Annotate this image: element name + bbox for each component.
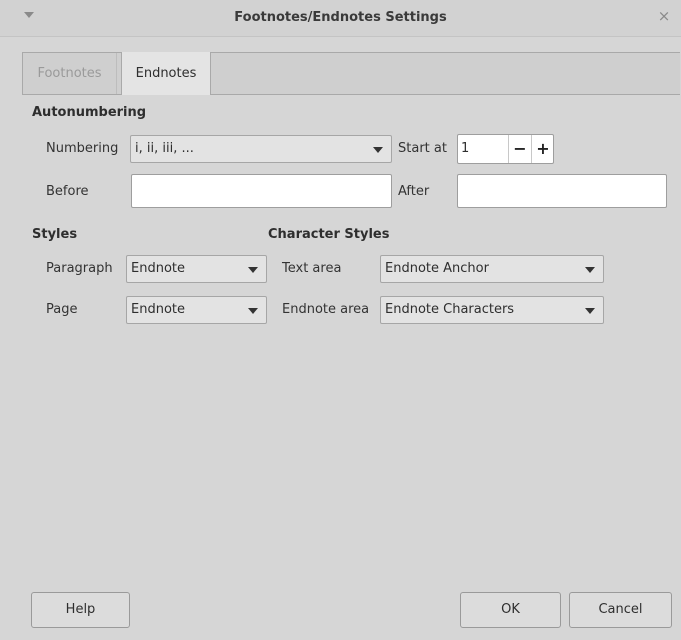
chevron-down-icon bbox=[585, 267, 595, 273]
tab-footnotes[interactable]: Footnotes bbox=[23, 53, 117, 94]
numbering-value: i, ii, iii, ... bbox=[135, 141, 194, 156]
numbering-select[interactable]: i, ii, iii, ... bbox=[130, 135, 392, 163]
chevron-down-icon bbox=[248, 267, 258, 273]
styles-heading: Styles bbox=[32, 227, 78, 242]
character-styles-heading: Character Styles bbox=[268, 227, 390, 242]
help-button[interactable]: Help bbox=[31, 592, 130, 628]
dialog-window: Footnotes/Endnotes Settings × Footnotes … bbox=[0, 0, 681, 640]
tab-endnotes[interactable]: Endnotes bbox=[121, 52, 211, 95]
autonumbering-heading: Autonumbering bbox=[32, 105, 147, 120]
page-label: Page bbox=[46, 302, 78, 317]
ok-button[interactable]: OK bbox=[460, 592, 561, 628]
chevron-down-icon bbox=[373, 147, 383, 153]
endnote-area-label: Endnote area bbox=[282, 302, 370, 317]
chevron-down-icon bbox=[248, 308, 258, 314]
paragraph-style-value: Endnote bbox=[131, 261, 185, 276]
endnote-area-style-value: Endnote Characters bbox=[385, 302, 515, 317]
increment-button[interactable]: + bbox=[531, 135, 554, 163]
page-style-value: Endnote bbox=[131, 302, 185, 317]
start-at-label: Start at bbox=[398, 141, 447, 156]
after-label: After bbox=[398, 184, 430, 199]
text-area-label: Text area bbox=[282, 261, 342, 276]
before-label: Before bbox=[46, 184, 89, 199]
text-area-style-value: Endnote Anchor bbox=[385, 261, 489, 276]
start-at-spinner[interactable]: 1 − + bbox=[457, 134, 554, 164]
numbering-label: Numbering bbox=[46, 141, 119, 156]
close-icon[interactable]: × bbox=[657, 9, 671, 24]
start-at-value[interactable]: 1 bbox=[461, 135, 469, 163]
after-input[interactable] bbox=[457, 174, 667, 208]
dialog-title: Footnotes/Endnotes Settings bbox=[234, 10, 447, 25]
chevron-down-icon bbox=[585, 308, 595, 314]
cancel-button[interactable]: Cancel bbox=[569, 592, 672, 628]
title-bar: Footnotes/Endnotes Settings × bbox=[0, 0, 681, 37]
text-area-style-select[interactable]: Endnote Anchor bbox=[380, 255, 604, 283]
decrement-button[interactable]: − bbox=[508, 135, 531, 163]
tab-bar: Footnotes Endnotes bbox=[22, 52, 680, 95]
page-style-select[interactable]: Endnote bbox=[126, 296, 267, 324]
paragraph-label: Paragraph bbox=[46, 261, 113, 276]
before-input[interactable] bbox=[131, 174, 392, 208]
paragraph-style-select[interactable]: Endnote bbox=[126, 255, 267, 283]
endnote-area-style-select[interactable]: Endnote Characters bbox=[380, 296, 604, 324]
